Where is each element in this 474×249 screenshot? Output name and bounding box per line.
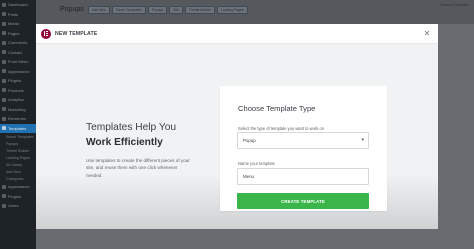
admin-tab[interactable]: Add New <box>88 6 110 14</box>
modal-title: NEW TEMPLATE <box>55 30 98 37</box>
template-type-select[interactable]: Popup ▾ <box>237 132 369 149</box>
menu-icon <box>2 116 6 121</box>
sidebar-item[interactable]: Front Menu <box>0 57 36 67</box>
modal-body: Templates Help You Work Efficiently Use … <box>36 45 438 229</box>
sidebar-item-label: Templates <box>8 125 27 131</box>
sidebar-item[interactable]: Contact <box>0 48 36 58</box>
sidebar-item-label: Dashboard <box>8 2 28 8</box>
sidebar-item[interactable]: Appearance <box>0 182 36 192</box>
menu-icon <box>2 40 6 45</box>
menu-icon <box>2 31 6 36</box>
intro-title: Templates Help You <box>86 122 177 133</box>
modal-header: NEW TEMPLATE ✕ <box>36 24 438 44</box>
sidebar-item-label: Media <box>8 21 19 27</box>
chevron-down-icon: ▾ <box>361 137 364 143</box>
sidebar-subitem[interactable]: Landing Pages <box>0 154 36 161</box>
menu-icon <box>2 97 6 102</box>
admin-tab[interactable]: Theme Builder <box>184 6 215 14</box>
menu-icon <box>2 69 6 74</box>
admin-tab[interactable]: Saved Templates <box>111 6 146 14</box>
sidebar-item-label: Users <box>8 203 19 209</box>
sidebar-item[interactable]: Media <box>0 19 36 29</box>
sidebar-item-label: Posts <box>8 11 19 17</box>
intro-title-strong: Work Efficiently <box>86 137 163 148</box>
sidebar-item[interactable]: Products <box>0 86 36 96</box>
sidebar-subitem[interactable]: Add New <box>0 168 36 175</box>
menu-icon <box>2 2 6 7</box>
admin-tabs: Add New Saved Templates Popups Kits Theme Bu… <box>88 6 248 14</box>
sidebar-item[interactable]: Templates <box>0 123 36 133</box>
menu-icon <box>2 194 6 199</box>
menu-icon <box>2 21 6 26</box>
sidebar-item-label: Elementor <box>8 116 27 122</box>
sidebar-item-label: Plugins <box>8 193 22 199</box>
admin-topbar: Popups Add New Saved Templates Popups Kits T… <box>36 0 474 24</box>
menu-icon <box>2 184 6 189</box>
sidebar-item[interactable]: Plugins <box>0 192 36 202</box>
sidebar-subitem[interactable]: Categories <box>0 175 36 182</box>
sidebar-subitem[interactable]: Kit Library <box>0 161 36 168</box>
sidebar-item-label: Appearance <box>8 184 30 190</box>
close-icon[interactable]: ✕ <box>422 29 432 39</box>
admin-tab[interactable]: Landing Pages <box>216 6 248 14</box>
sidebar-subitem[interactable]: Theme Builder <box>0 147 36 154</box>
sidebar-item-label: Appearance <box>8 68 30 74</box>
sidebar-item-label: Contact <box>8 49 22 55</box>
sidebar-item-label: Comments <box>8 40 28 46</box>
menu-icon <box>2 126 6 131</box>
menu-icon <box>2 12 6 17</box>
template-name-input[interactable] <box>237 168 369 185</box>
template-form-card: Choose Template Type Select the type of … <box>220 86 387 211</box>
sidebar-item[interactable]: Pages <box>0 29 36 39</box>
sidebar-item[interactable]: Comments <box>0 38 36 48</box>
admin-tab[interactable]: Kits <box>169 6 183 14</box>
template-type-value: Popup <box>243 138 256 143</box>
template-type-label: Select the type of template you want to … <box>238 126 325 131</box>
sidebar-item-label: Pages <box>8 30 20 36</box>
sidebar-item-label: Analytics <box>8 97 25 103</box>
elementor-logo-icon <box>41 28 51 39</box>
form-heading: Choose Template Type <box>238 104 316 113</box>
sidebar-subitem[interactable]: Saved Templates <box>0 133 36 140</box>
sidebar-item[interactable]: Plugins <box>0 76 36 86</box>
menu-icon <box>2 50 6 55</box>
sidebar-item[interactable]: Appearance <box>0 67 36 77</box>
template-name-label: Name your template <box>238 161 275 166</box>
sidebar-item[interactable]: Dashboard <box>0 0 36 10</box>
screen-options-button[interactable]: Screen Options <box>440 2 468 7</box>
sidebar-item-label: Front Menu <box>8 59 29 65</box>
sidebar-item-label: Marketing <box>8 106 26 112</box>
sidebar-item[interactable]: Marketing <box>0 105 36 115</box>
sidebar-item[interactable]: Analytics <box>0 95 36 105</box>
sidebar-subitem[interactable]: Popups <box>0 140 36 147</box>
menu-icon <box>2 88 6 93</box>
menu-icon <box>2 203 6 208</box>
admin-tab[interactable]: Popups <box>147 6 168 14</box>
admin-sidebar: Dashboard Posts Media Pages Comments Contact F… <box>0 0 36 249</box>
menu-icon <box>2 59 6 64</box>
sidebar-item[interactable]: Elementor <box>0 114 36 124</box>
create-template-button[interactable]: CREATE TEMPLATE <box>237 193 369 209</box>
sidebar-item[interactable]: Posts <box>0 10 36 20</box>
intro-section: Templates Help You Work Efficiently Use … <box>86 120 196 179</box>
menu-icon <box>2 78 6 83</box>
admin-page-title: Popups <box>60 6 84 13</box>
sidebar-item-label: Products <box>8 87 24 93</box>
menu-icon <box>2 107 6 112</box>
new-template-modal: NEW TEMPLATE ✕ Templates Help You Work E… <box>36 24 438 229</box>
sidebar-item[interactable]: Users <box>0 201 36 211</box>
sidebar-item-label: Plugins <box>8 78 22 84</box>
intro-description: Use templates to create the different pi… <box>86 158 190 178</box>
